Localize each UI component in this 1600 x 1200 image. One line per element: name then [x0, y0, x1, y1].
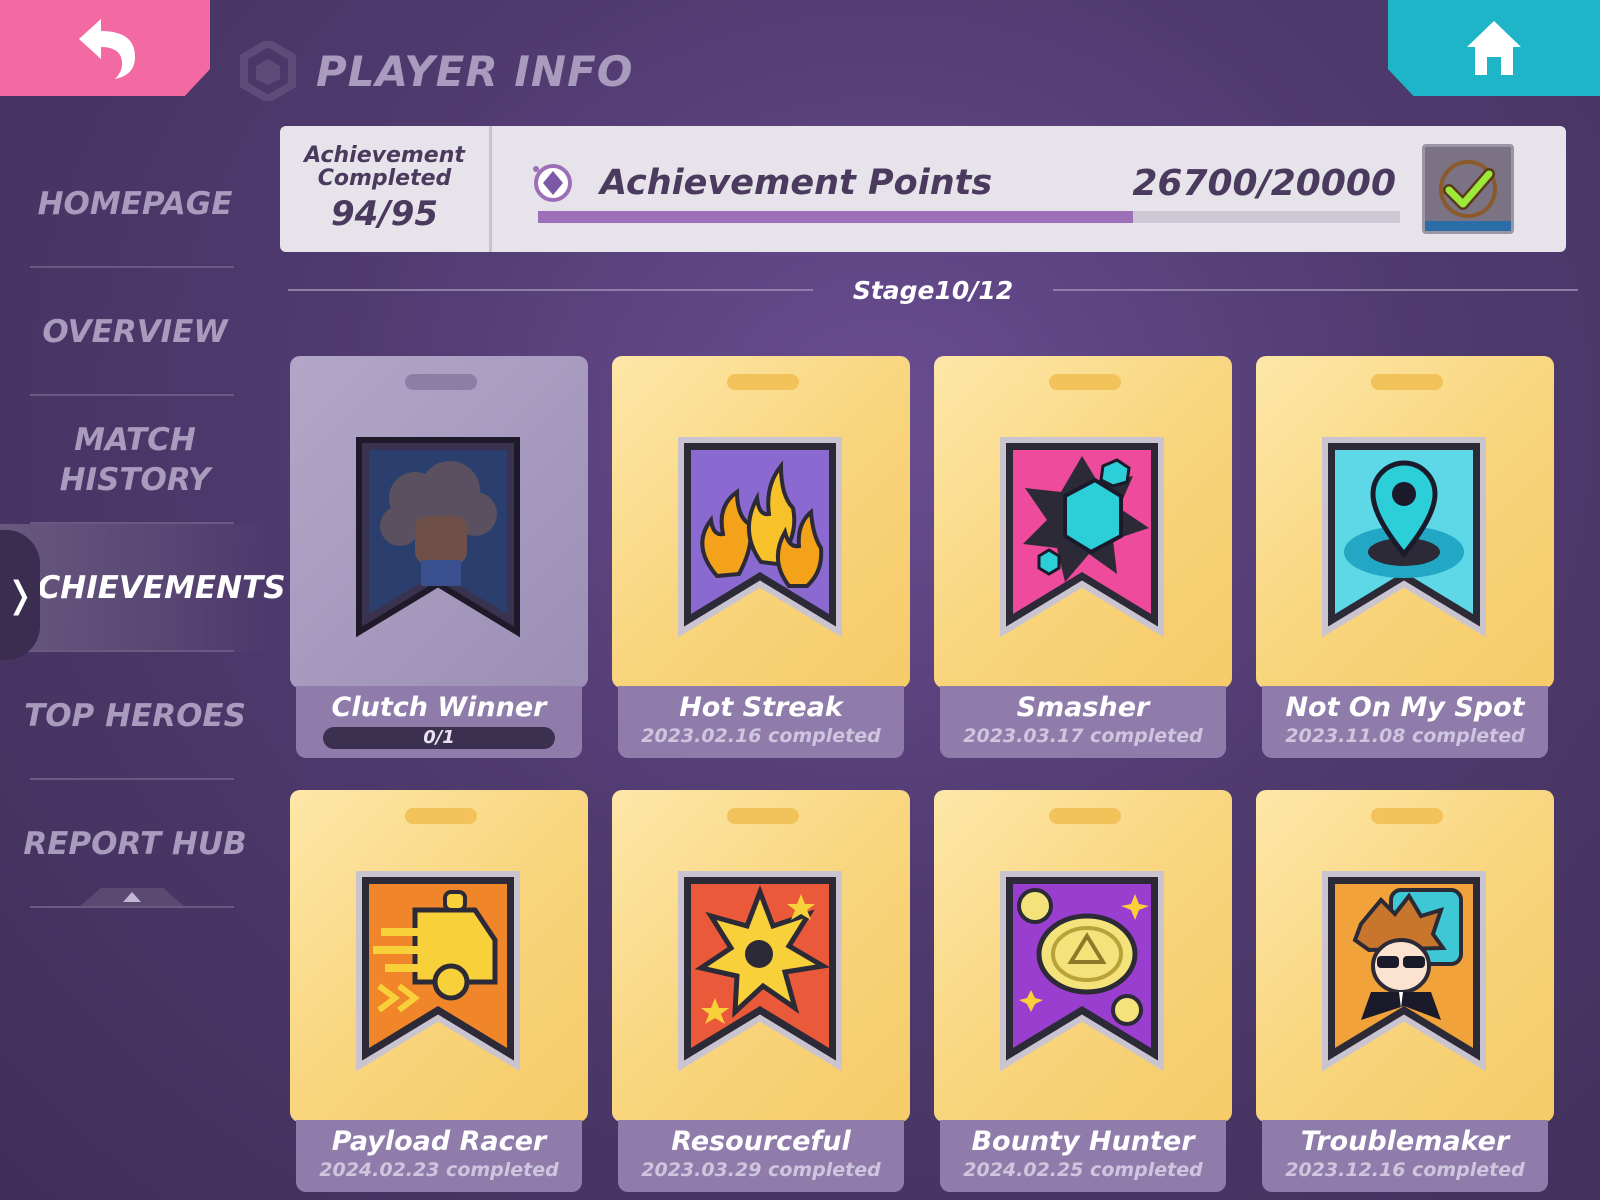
card-face: [934, 356, 1232, 688]
flame-fists-icon: [678, 437, 842, 638]
stage-divider: Stage10/12: [288, 270, 1579, 310]
home-icon: [1467, 21, 1521, 75]
chevron-up-icon: [123, 892, 141, 902]
broken-cube-icon: [1000, 437, 1164, 638]
achievement-date: 2023.03.17 completed: [963, 725, 1203, 747]
explosion-icon: [678, 871, 842, 1072]
achievement-card-not-on-my-spot[interactable]: Not On My Spot 2023.11.08 completed: [1256, 356, 1554, 758]
completed-label: Achievement Completed: [304, 142, 465, 191]
sidebar-item-label: ACHIEVEMENTS: [14, 569, 286, 606]
card-face: [290, 356, 588, 688]
achievement-name: Clutch Winner: [331, 692, 547, 723]
stage-label: Stage10/12: [852, 275, 1014, 305]
card-face: [612, 356, 910, 688]
sidebar-item-label: OVERVIEW: [42, 313, 228, 350]
achievement-name: Smasher: [1016, 692, 1150, 723]
sidebar-item-label: MATCH HISTORY: [59, 421, 211, 498]
points-progress-fill: [538, 211, 1133, 223]
achievement-date: 2023.11.08 completed: [1285, 725, 1525, 747]
points-gem-icon: [533, 164, 572, 202]
card-face: [612, 790, 910, 1122]
back-arrow-icon: [79, 19, 135, 79]
card-footer: Resourceful 2023.03.29 completed: [618, 1120, 904, 1192]
sidebar-nav: HOMEPAGE OVERVIEW MATCH HISTORY ACHIEVEM…: [0, 140, 286, 908]
achievement-card-smasher[interactable]: Smasher 2023.03.17 completed: [934, 356, 1232, 758]
card-hanger-slot: [1049, 808, 1121, 824]
achievement-card-bounty-hunter[interactable]: Bounty Hunter 2024.02.25 completed: [934, 790, 1232, 1192]
achievement-progress-text: 0/1: [423, 727, 455, 748]
sunglasses-hero-icon: [1322, 871, 1486, 1072]
sidebar-item-achievements[interactable]: ACHIEVEMENTS: [0, 524, 286, 652]
sidebar-item-label: HOMEPAGE: [37, 185, 233, 222]
chevron-right-icon: ❭: [4, 574, 36, 616]
achievement-name: Not On My Spot: [1285, 692, 1525, 723]
sidebar-item-overview[interactable]: OVERVIEW: [0, 268, 270, 396]
achievement-date: 2023.03.29 completed: [641, 1159, 881, 1181]
card-footer: Bounty Hunter 2024.02.25 completed: [940, 1120, 1226, 1192]
page-title: PLAYER INFO: [316, 46, 634, 96]
sidebar-collapse-tab[interactable]: ❭: [0, 530, 40, 660]
card-face: [934, 790, 1232, 1122]
home-button[interactable]: [1388, 0, 1600, 96]
points-value: 26700/20000: [1132, 162, 1396, 204]
card-hanger-slot: [1371, 374, 1443, 390]
card-hanger-slot: [405, 808, 477, 824]
achievement-date: 2023.12.16 completed: [1285, 1159, 1525, 1181]
card-hanger-slot: [1049, 374, 1121, 390]
achievement-progress-bar: 0/1: [323, 727, 555, 749]
achievement-date: 2023.02.16 completed: [641, 725, 881, 747]
achievement-completed-box: Achievement Completed 94/95: [280, 126, 492, 252]
achievement-name: Resourceful: [671, 1126, 851, 1157]
achievement-card-clutch-winner[interactable]: Clutch Winner 0/1: [290, 356, 588, 758]
card-footer: Clutch Winner 0/1: [296, 686, 582, 758]
fist-cloud-icon: [356, 437, 520, 638]
sidebar-item-homepage[interactable]: HOMEPAGE: [0, 140, 270, 268]
achievement-points-area: Achievement Points 26700/20000: [492, 126, 1566, 252]
card-hanger-slot: [405, 374, 477, 390]
achievement-card-resourceful[interactable]: Resourceful 2023.03.29 completed: [612, 790, 910, 1192]
achievement-date: 2024.02.23 completed: [319, 1159, 559, 1181]
achievement-name: Hot Streak: [679, 692, 843, 723]
card-hanger-slot: [1371, 808, 1443, 824]
card-footer: Smasher 2023.03.17 completed: [940, 686, 1226, 758]
card-footer: Hot Streak 2023.02.16 completed: [618, 686, 904, 758]
back-button[interactable]: [0, 0, 210, 96]
speeding-truck-icon: [356, 871, 520, 1072]
sidebar-item-label: REPORT HUB: [23, 825, 247, 862]
completed-count: 94/95: [330, 194, 439, 235]
achievement-name: Bounty Hunter: [971, 1126, 1195, 1157]
achievements-grid: Clutch Winner 0/1 Hot Streak 2023.02.16 …: [290, 356, 1554, 1192]
check-claim-icon: [1439, 160, 1497, 218]
page-header: PLAYER INFO: [240, 36, 633, 106]
card-face: [290, 790, 588, 1122]
points-progress-bar: [538, 211, 1400, 223]
card-footer: Payload Racer 2024.02.23 completed: [296, 1120, 582, 1192]
location-pin-icon: [1322, 437, 1486, 638]
card-face: [1256, 790, 1554, 1122]
sidebar-item-top-heroes[interactable]: TOP HEROES: [0, 652, 270, 780]
player-logo-icon: [240, 41, 296, 101]
card-footer: Troublemaker 2023.12.16 completed: [1262, 1120, 1548, 1192]
achievement-card-hot-streak[interactable]: Hot Streak 2023.02.16 completed: [612, 356, 910, 758]
achievement-date: 2024.02.25 completed: [963, 1159, 1203, 1181]
claim-reward-button[interactable]: [1422, 144, 1514, 234]
card-hanger-slot: [727, 374, 799, 390]
gold-coin-icon: [1000, 871, 1164, 1072]
achievement-card-payload-racer[interactable]: Payload Racer 2024.02.23 completed: [290, 790, 588, 1192]
card-face: [1256, 356, 1554, 688]
achievement-summary-panel: Achievement Completed 94/95 Achievement …: [280, 126, 1566, 252]
card-footer: Not On My Spot 2023.11.08 completed: [1262, 686, 1548, 758]
points-label: Achievement Points: [600, 163, 993, 203]
card-hanger-slot: [727, 808, 799, 824]
achievement-name: Payload Racer: [331, 1126, 547, 1157]
achievement-name: Troublemaker: [1300, 1126, 1510, 1157]
achievement-card-troublemaker[interactable]: Troublemaker 2023.12.16 completed: [1256, 790, 1554, 1192]
divider-line: [288, 289, 813, 291]
sidebar-item-match-history[interactable]: MATCH HISTORY: [0, 396, 270, 524]
divider-line: [1053, 289, 1579, 291]
sidebar-item-label: TOP HEROES: [24, 697, 246, 734]
